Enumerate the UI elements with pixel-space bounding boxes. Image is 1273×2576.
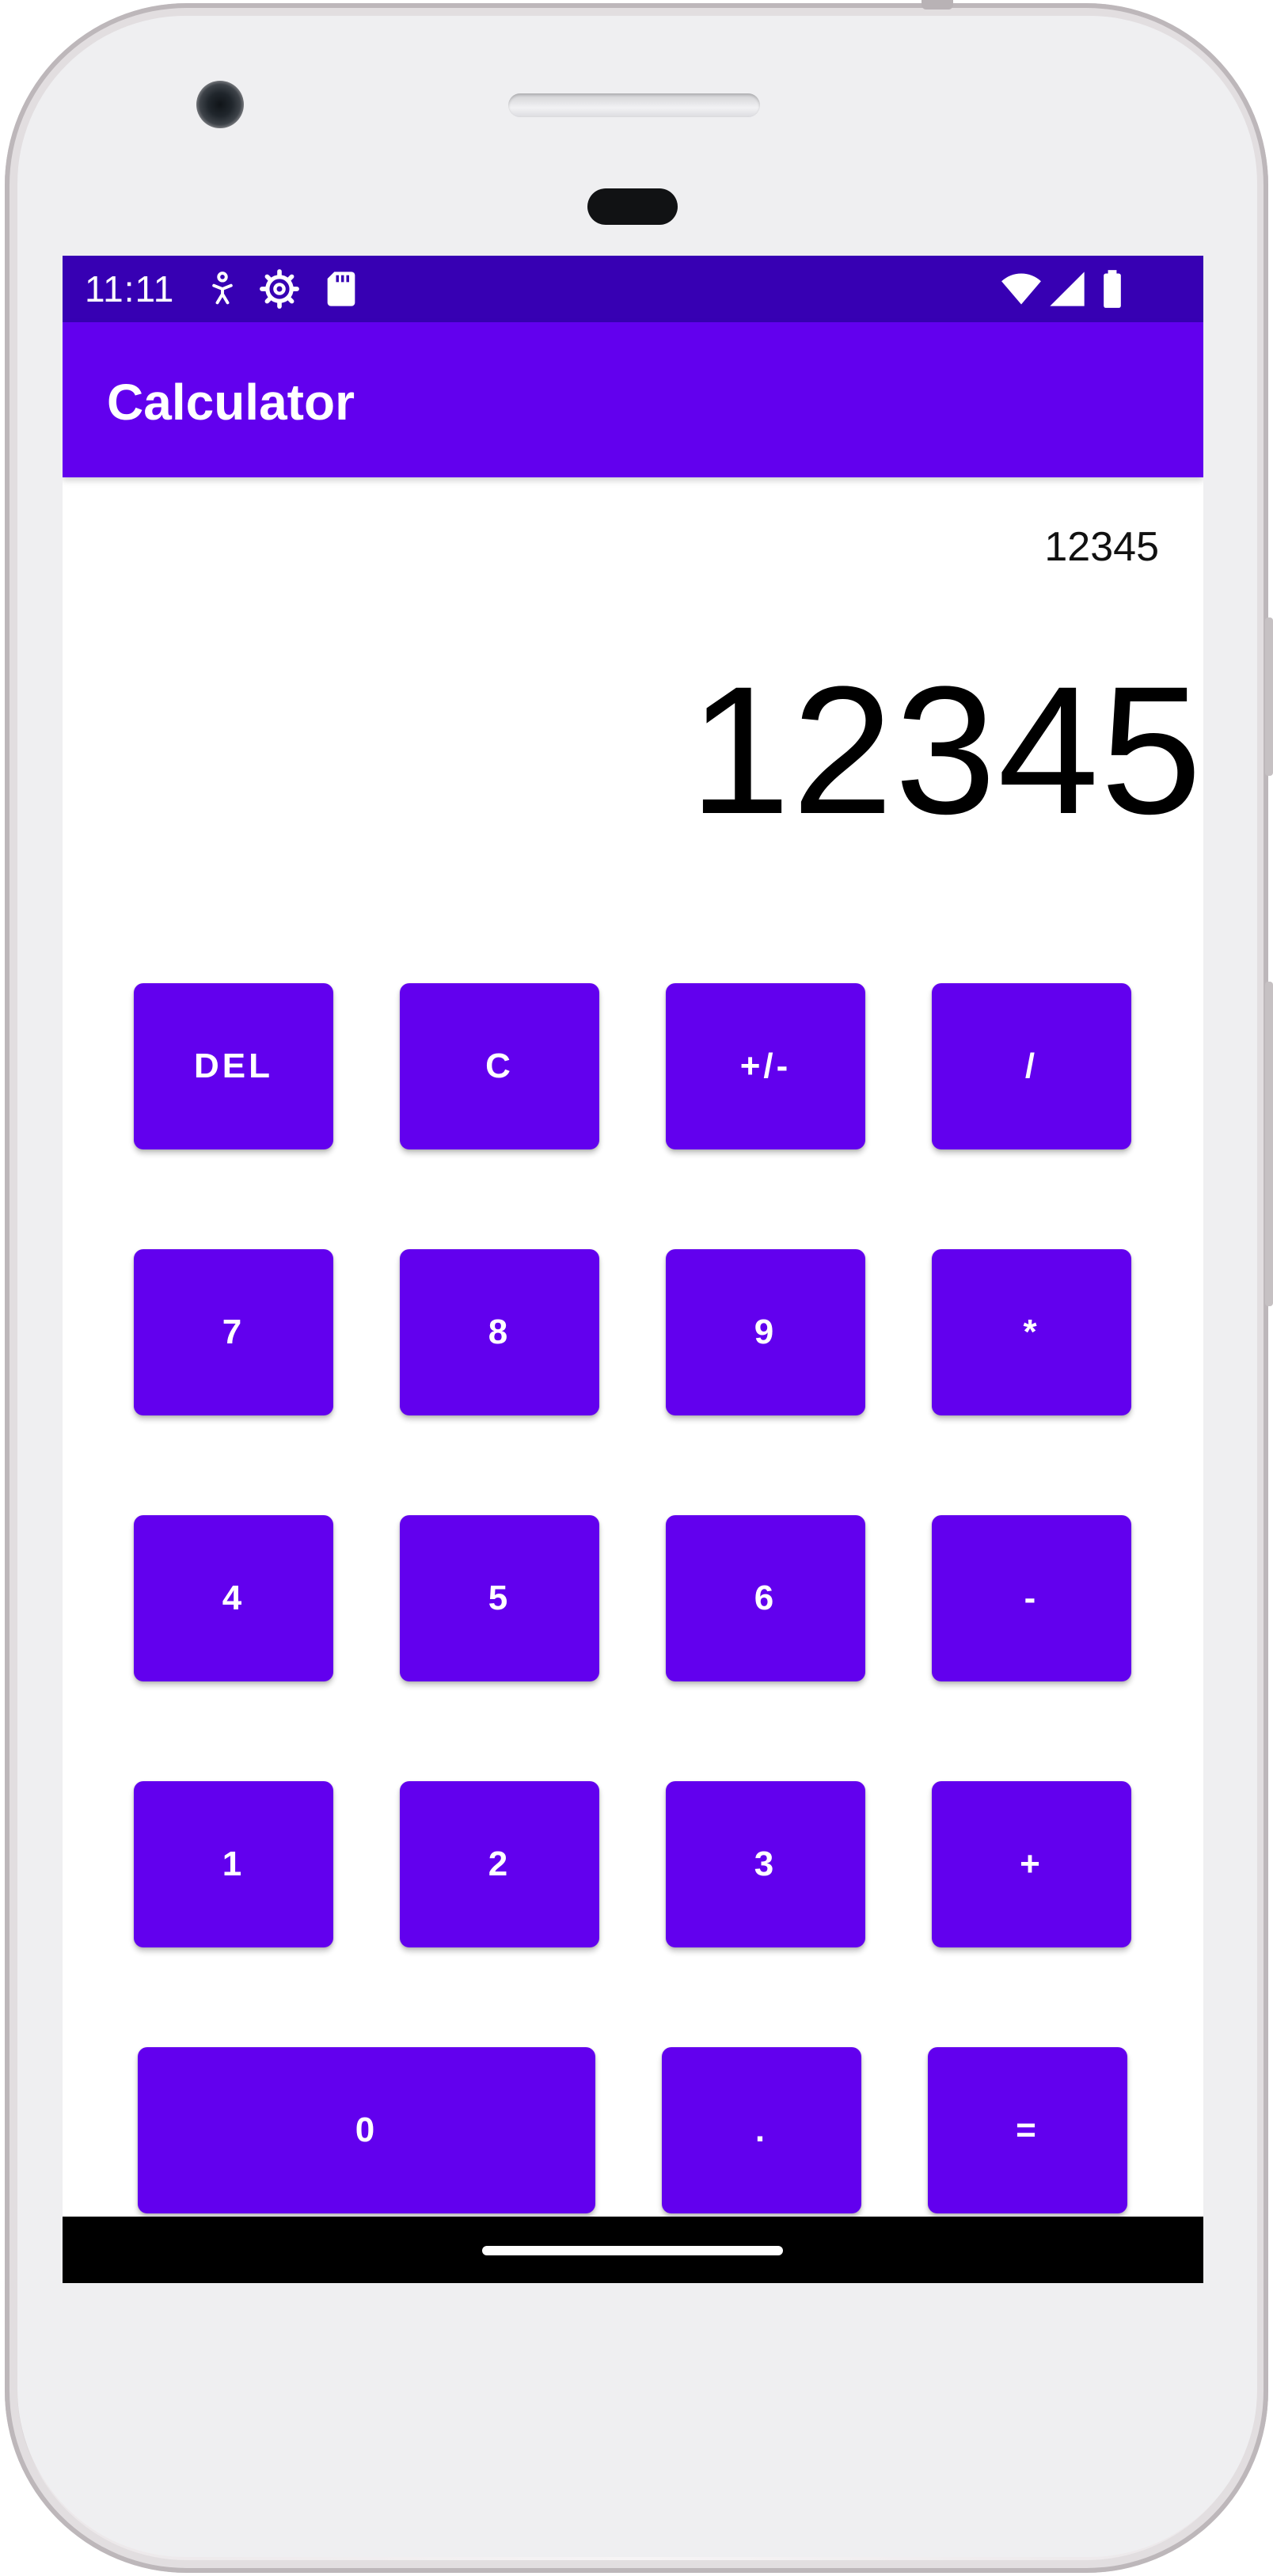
- app-title: Calculator: [107, 374, 355, 431]
- screen: 11:11 Calculator 12345 12345 DEL C +/- /…: [63, 256, 1203, 2283]
- volume-button: [1265, 982, 1273, 1306]
- cell-signal-icon: [1047, 268, 1088, 310]
- add-button[interactable]: +: [932, 1781, 1131, 1947]
- decimal-button[interactable]: .: [662, 2047, 861, 2213]
- equals-button[interactable]: =: [928, 2047, 1127, 2213]
- digit-9-button[interactable]: 9: [666, 1249, 865, 1415]
- digit-7-button[interactable]: 7: [134, 1249, 333, 1415]
- digit-6-button[interactable]: 6: [666, 1515, 865, 1681]
- subtract-button[interactable]: -: [932, 1515, 1131, 1681]
- digit-5-button[interactable]: 5: [400, 1515, 599, 1681]
- history-display: 12345: [1044, 524, 1159, 570]
- settings-gear-icon: [259, 268, 300, 310]
- clear-button[interactable]: C: [400, 983, 599, 1149]
- earpiece-speaker: [508, 93, 760, 117]
- sd-card-icon: [321, 268, 362, 310]
- digit-3-button[interactable]: 3: [666, 1781, 865, 1947]
- app-bar: Calculator: [63, 322, 1203, 477]
- wifi-icon: [1001, 268, 1042, 310]
- front-camera-icon: [196, 81, 244, 128]
- multiply-button[interactable]: *: [932, 1249, 1131, 1415]
- digit-1-button[interactable]: 1: [134, 1781, 333, 1947]
- accessibility-icon: [202, 268, 243, 310]
- digit-0-button[interactable]: 0: [138, 2047, 595, 2213]
- navigation-bar: [63, 2217, 1203, 2283]
- del-button[interactable]: DEL: [134, 983, 333, 1149]
- negate-button[interactable]: +/-: [666, 983, 865, 1149]
- proximity-sensor: [587, 188, 678, 225]
- digit-2-button[interactable]: 2: [400, 1781, 599, 1947]
- top-nub: [922, 0, 953, 9]
- divide-button[interactable]: /: [932, 983, 1131, 1149]
- status-bar: 11:11: [63, 256, 1203, 322]
- battery-icon: [1092, 268, 1133, 310]
- home-pill-icon[interactable]: [482, 2246, 783, 2255]
- digit-4-button[interactable]: 4: [134, 1515, 333, 1681]
- digit-8-button[interactable]: 8: [400, 1249, 599, 1415]
- power-button: [1265, 617, 1273, 776]
- result-display: 12345: [689, 648, 1203, 852]
- status-time: 11:11: [85, 268, 175, 310]
